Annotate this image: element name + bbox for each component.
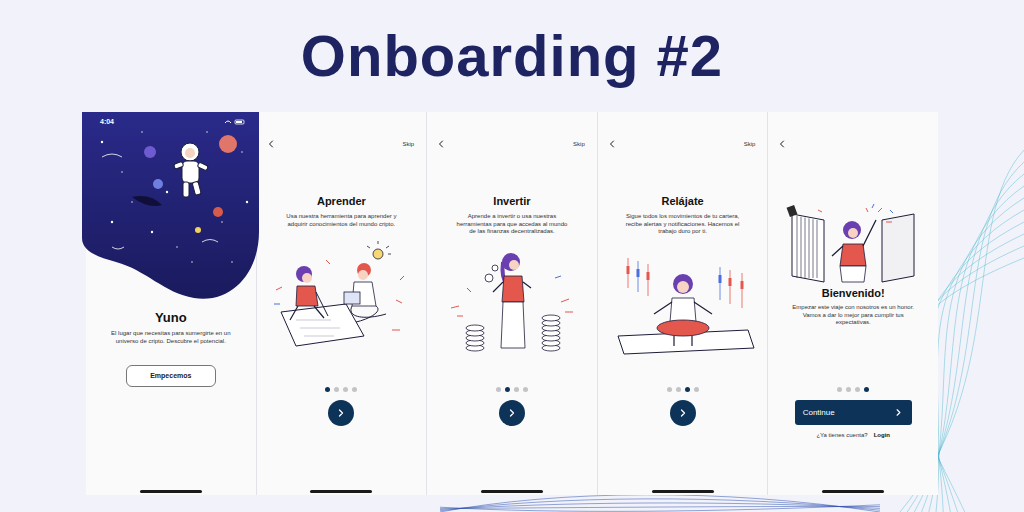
- page-dot[interactable]: [352, 387, 357, 392]
- page-dot[interactable]: [523, 387, 528, 392]
- page-indicator: [496, 386, 528, 392]
- home-indicator: [140, 490, 202, 493]
- skip-button[interactable]: Skip: [744, 140, 760, 149]
- welcome-title: Bienvenido!: [822, 286, 885, 300]
- back-icon[interactable]: [265, 138, 277, 150]
- next-button[interactable]: [670, 400, 696, 426]
- onboarding-step-screen: Skip Relájate Sigue todos los movimientos …: [598, 112, 768, 495]
- page-indicator: [837, 386, 869, 392]
- skip-button[interactable]: Skip: [573, 140, 589, 149]
- nav-bar: Skip: [427, 112, 597, 152]
- step-title: Invertir: [493, 194, 530, 208]
- home-indicator: [310, 490, 372, 493]
- arrow-right-icon: [335, 407, 347, 419]
- screens-row: 4:04 Yuno El lugar que necesitas para sume…: [86, 112, 938, 495]
- page-indicator: [667, 386, 699, 392]
- back-icon[interactable]: [776, 138, 788, 150]
- nav-bar: Skip: [257, 112, 427, 152]
- page: Onboarding #2 4:04 Yuno El lugar que necesi…: [0, 0, 1024, 512]
- investing-illustration: [437, 248, 587, 358]
- skip-button[interactable]: Skip: [403, 140, 419, 149]
- onboarding-step-screen: Skip Invertir Aprende a invertir o usa nue…: [427, 112, 597, 495]
- step-title: Relájate: [661, 194, 703, 208]
- step-description: Aprende a invertir o usa nuestras herram…: [427, 213, 597, 236]
- page-dot[interactable]: [496, 387, 501, 392]
- page-dot[interactable]: [667, 387, 672, 392]
- step-description: Usa nuestra herramienta para aprender y …: [257, 213, 427, 228]
- login-link[interactable]: Login: [874, 431, 890, 439]
- next-button[interactable]: [328, 400, 354, 426]
- onboarding-step-screen: Skip Aprender Usa nuestra herramienta para…: [257, 112, 427, 495]
- page-dot[interactable]: [334, 387, 339, 392]
- home-indicator: [481, 490, 543, 493]
- status-icons-icon: [224, 119, 246, 125]
- learning-illustration: [266, 240, 416, 350]
- page-dot[interactable]: [685, 387, 690, 392]
- start-button[interactable]: Empecemos: [126, 365, 216, 387]
- login-row: ¿Ya tienes cuenta? Login: [816, 431, 890, 439]
- welcome-description: Empezar este viaje con nosotros es un ho…: [768, 304, 938, 327]
- page-dot[interactable]: [676, 387, 681, 392]
- home-indicator: [652, 490, 714, 493]
- page-dot[interactable]: [846, 387, 851, 392]
- app-description: El lugar que necesitas para sumergirte e…: [86, 329, 256, 345]
- step-description: Sigue todos los movimientos de tu carter…: [598, 213, 768, 236]
- nav-bar: Skip: [598, 112, 768, 152]
- page-indicator: [325, 386, 357, 392]
- page-dot[interactable]: [514, 387, 519, 392]
- page-dot[interactable]: [837, 387, 842, 392]
- arrow-right-icon: [677, 407, 689, 419]
- app-title: Yuno: [155, 310, 187, 326]
- status-time: 4:04: [100, 117, 114, 128]
- splash-screen: 4:04 Yuno El lugar que necesitas para sume…: [86, 112, 256, 495]
- page-dot[interactable]: [325, 387, 330, 392]
- relaxing-illustration: [608, 248, 758, 358]
- welcome-illustration: [778, 202, 928, 284]
- space-illustration: [82, 112, 259, 302]
- back-icon[interactable]: [435, 138, 447, 150]
- page-dot[interactable]: [505, 387, 510, 392]
- page-heading: Onboarding #2: [301, 21, 723, 91]
- page-dot[interactable]: [864, 387, 869, 392]
- step-title: Aprender: [317, 194, 366, 208]
- next-button[interactable]: [499, 400, 525, 426]
- continue-button[interactable]: Continue: [795, 400, 912, 425]
- account-prompt: ¿Ya tienes cuenta?: [816, 431, 867, 439]
- home-indicator: [822, 490, 884, 493]
- arrow-right-icon: [893, 407, 904, 418]
- welcome-screen: Bienvenido! Empezar este viaje con nosotr…: [768, 112, 938, 495]
- arrow-right-icon: [506, 407, 518, 419]
- page-dot[interactable]: [855, 387, 860, 392]
- page-dot[interactable]: [694, 387, 699, 392]
- page-dot[interactable]: [343, 387, 348, 392]
- nav-bar: [768, 112, 938, 152]
- back-icon[interactable]: [606, 138, 618, 150]
